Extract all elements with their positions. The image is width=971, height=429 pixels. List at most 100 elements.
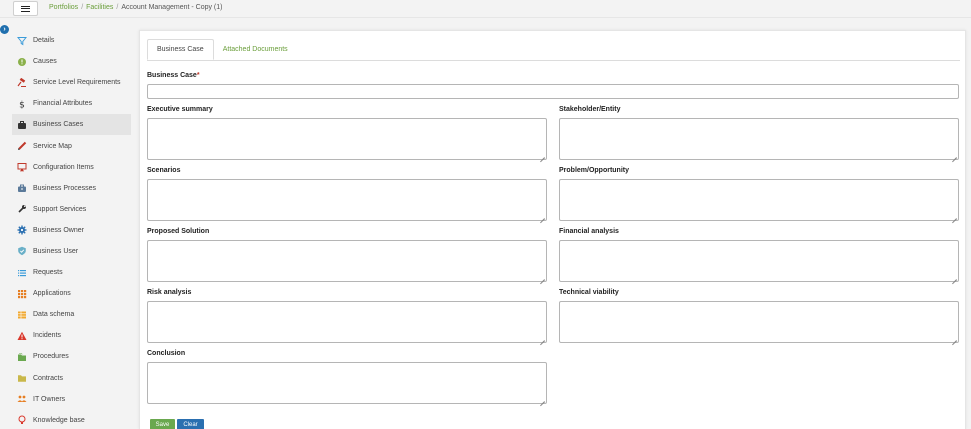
sidebar-item-configuration-items[interactable]: Configuration Items xyxy=(12,157,131,178)
svg-text:$: $ xyxy=(19,100,25,109)
top-bar: Portfolios / Facilities / Account Management… xyxy=(0,0,971,18)
grid-icon xyxy=(17,289,27,299)
resize-grip-icon[interactable] xyxy=(952,153,957,158)
clear-button[interactable]: Clear xyxy=(177,419,204,429)
scenarios-label: Scenarios xyxy=(147,167,181,174)
monitor-icon xyxy=(17,162,27,172)
gavel-icon xyxy=(17,77,27,88)
proposed-solution-label: Proposed Solution xyxy=(147,228,210,235)
sidebar-toggle-chevron-icon[interactable]: › xyxy=(0,25,9,34)
sidebar-item-knowledge-base[interactable]: Knowledge base xyxy=(12,410,131,429)
sidebar-item-financial-attributes[interactable]: $ Financial Attributes xyxy=(12,93,131,114)
sidebar-item-label: Knowledge base xyxy=(33,416,85,424)
filter-icon xyxy=(17,36,27,46)
resize-grip-icon[interactable] xyxy=(540,397,545,402)
resize-grip-icon[interactable] xyxy=(540,336,545,341)
executive-summary-label: Executive summary xyxy=(147,106,213,113)
toolbox-icon xyxy=(17,183,27,193)
resize-grip-icon[interactable] xyxy=(952,275,957,280)
sidebar-item-incidents[interactable]: Incidents xyxy=(12,325,131,346)
scenarios-textarea[interactable] xyxy=(147,179,547,221)
lightbulb-icon xyxy=(17,415,27,425)
resize-grip-icon[interactable] xyxy=(952,336,957,341)
required-mark: * xyxy=(196,72,200,79)
tab-divider xyxy=(147,60,960,61)
sidebar-item-label: IT Owners xyxy=(33,395,66,403)
sidebar-item-label: Configuration Items xyxy=(33,163,94,171)
sidebar-item-support-services[interactable]: Support Services xyxy=(12,199,131,220)
sidebar-item-label: Financial Attributes xyxy=(33,100,93,108)
sidebar-item-business-processes[interactable]: Business Processes xyxy=(12,178,131,199)
sidebar-item-causes[interactable]: Causes xyxy=(12,51,131,72)
wrench-icon xyxy=(17,204,27,214)
sidebar-item-requests[interactable]: Requests xyxy=(12,262,131,283)
risk-analysis-textarea[interactable] xyxy=(147,301,547,343)
sidebar-item-label: Applications xyxy=(33,290,71,298)
technical-viability-label: Technical viability xyxy=(559,289,619,296)
sidebar-item-service-level-requirements[interactable]: Service Level Requirements xyxy=(12,72,131,93)
folder-icon xyxy=(17,373,27,383)
sidebar-item-business-user[interactable]: Business User xyxy=(12,241,131,262)
pencil-icon xyxy=(17,141,27,151)
risk-analysis-label: Risk analysis xyxy=(147,289,192,296)
sidebar-item-service-map[interactable]: Service Map xyxy=(12,135,131,156)
sidebar-item-label: Incidents xyxy=(33,332,62,340)
tab-attached-documents[interactable]: Attached Documents xyxy=(214,39,297,60)
sidebar-item-label: Business User xyxy=(33,247,79,255)
sidebar-item-it-owners[interactable]: IT Owners xyxy=(12,389,131,410)
business-case-input[interactable] xyxy=(147,84,959,99)
business-case-label: Business Case* xyxy=(147,72,200,79)
resize-grip-icon[interactable] xyxy=(540,214,545,219)
sidebar-item-label: Business Owner xyxy=(33,226,84,234)
cause-circle-icon xyxy=(17,57,27,67)
sidebar-item-label: Causes xyxy=(33,58,57,66)
sidebar-item-details[interactable]: Details xyxy=(12,30,131,51)
business-case-label-text: Business Case xyxy=(147,72,197,79)
main-panel: Business Case Attached Documents Busines… xyxy=(139,30,966,429)
users-icon xyxy=(17,394,27,404)
hamburger-icon xyxy=(21,5,30,12)
sidebar-item-label: Requests xyxy=(33,269,63,277)
breadcrumb-facilities[interactable]: Facilities xyxy=(86,4,113,11)
conclusion-textarea[interactable] xyxy=(147,362,547,404)
stakeholder-entity-textarea[interactable] xyxy=(559,118,959,160)
sidebar-item-label: Business Cases xyxy=(33,121,84,129)
sidebar: Details Causes Service Level Requirements $… xyxy=(12,30,131,429)
problem-opportunity-label: Problem/Opportunity xyxy=(559,167,629,174)
breadcrumb-separator: / xyxy=(81,4,84,11)
sidebar-item-applications[interactable]: Applications xyxy=(12,283,131,304)
sidebar-item-business-owner[interactable]: Business Owner xyxy=(12,220,131,241)
breadcrumb-portfolios[interactable]: Portfolios xyxy=(49,4,78,11)
proposed-solution-textarea[interactable] xyxy=(147,240,547,282)
breadcrumb-separator: / xyxy=(116,4,119,11)
financial-analysis-label: Financial analysis xyxy=(559,228,619,235)
shield-icon xyxy=(17,246,27,256)
list-icon xyxy=(17,268,27,278)
resize-grip-icon[interactable] xyxy=(540,275,545,280)
breadcrumb: Portfolios / Facilities / Account Management… xyxy=(49,4,223,11)
conclusion-label: Conclusion xyxy=(147,350,186,357)
warning-icon xyxy=(17,331,27,341)
sidebar-item-label: Contracts xyxy=(33,374,63,382)
technical-viability-textarea[interactable] xyxy=(559,301,959,343)
problem-opportunity-textarea[interactable] xyxy=(559,179,959,221)
tab-business-case[interactable]: Business Case xyxy=(147,39,214,60)
sidebar-item-label: Support Services xyxy=(33,205,87,213)
resize-grip-icon[interactable] xyxy=(540,153,545,158)
resize-grip-icon[interactable] xyxy=(952,214,957,219)
sidebar-item-label: Details xyxy=(33,37,55,45)
sidebar-item-label: Service Level Requirements xyxy=(33,79,121,87)
sidebar-item-label: Procedures xyxy=(33,353,69,361)
save-button[interactable]: Save xyxy=(150,419,175,429)
sidebar-item-procedures[interactable]: Procedures xyxy=(12,346,131,367)
executive-summary-textarea[interactable] xyxy=(147,118,547,160)
briefcase-icon xyxy=(17,120,27,130)
sidebar-item-contracts[interactable]: Contracts xyxy=(12,368,131,389)
dollar-icon: $ xyxy=(17,99,27,109)
hamburger-menu-button[interactable] xyxy=(13,1,38,16)
sidebar-item-business-cases[interactable]: Business Cases xyxy=(12,114,131,136)
sidebar-item-label: Service Map xyxy=(33,142,72,150)
sidebar-item-data-schema[interactable]: Data schema xyxy=(12,304,131,325)
stakeholder-entity-label: Stakeholder/Entity xyxy=(559,106,621,113)
financial-analysis-textarea[interactable] xyxy=(559,240,959,282)
